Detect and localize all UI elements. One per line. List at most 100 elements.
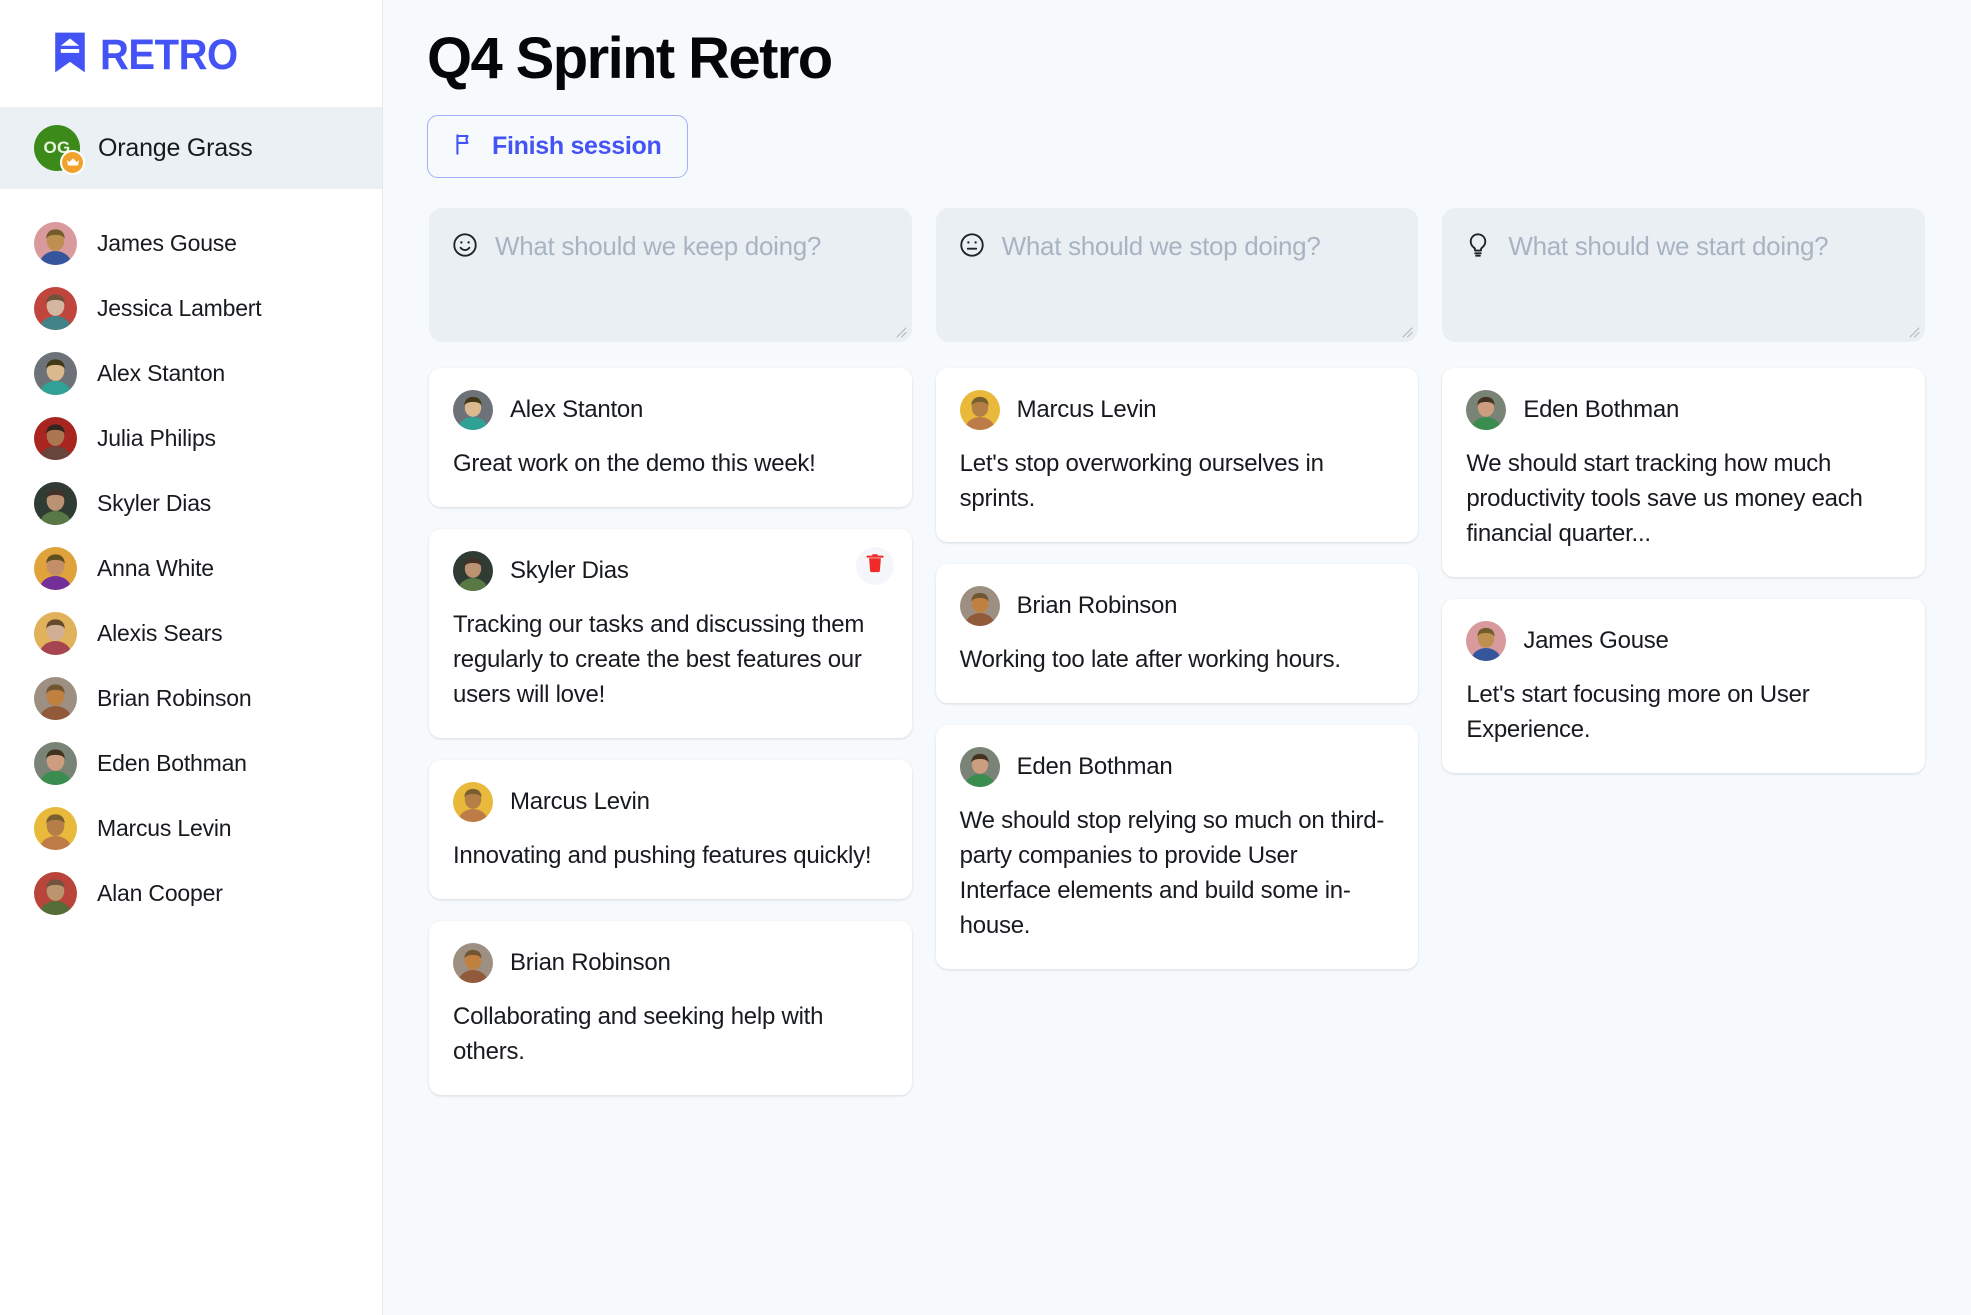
retro-card-header: Brian Robinson <box>959 585 1395 626</box>
avatar <box>34 222 77 265</box>
trash-icon <box>865 552 885 579</box>
avatar <box>1466 620 1507 661</box>
retro-card-author: Eden Bothman <box>1016 752 1173 780</box>
avatar <box>34 677 77 720</box>
new-card-placeholder: What should we stop doing? <box>1001 230 1321 261</box>
sidebar-member-label: Alan Cooper <box>97 880 223 906</box>
bookmark-logo-icon <box>50 30 90 81</box>
retro-card[interactable]: Eden Bothman We should start tracking how… <box>1442 367 1925 577</box>
sidebar-member-label: Anna White <box>97 555 214 581</box>
avatar <box>453 942 493 983</box>
app-logo-text: RETRO <box>100 31 238 79</box>
retro-card-header: Marcus Levin <box>453 781 888 822</box>
board-column-keep: What should we keep doing? Alex Stanton Gr… <box>421 207 920 1117</box>
avatar <box>34 287 77 330</box>
sidebar-member-skyler-dias[interactable]: Skyler Dias <box>0 471 382 536</box>
flag-icon <box>452 131 478 162</box>
retro-card-author: Marcus Levin <box>1016 395 1157 423</box>
retro-card[interactable]: Brian Robinson Collaborating and seeking … <box>429 920 912 1095</box>
finish-session-label: Finish session <box>492 131 662 160</box>
sidebar-member-james-gouse[interactable]: James Gouse <box>0 211 382 276</box>
retro-card-author: Brian Robinson <box>1016 591 1178 619</box>
app-logo[interactable]: RETRO <box>0 0 382 107</box>
new-card-input-start[interactable]: What should we start doing? <box>1442 207 1925 342</box>
textarea-resize-handle[interactable] <box>893 324 907 338</box>
retro-card-header: Skyler Dias <box>453 550 888 591</box>
avatar <box>34 742 77 785</box>
avatar <box>34 482 77 525</box>
sidebar-member-brian-robinson[interactable]: Brian Robinson <box>0 666 382 731</box>
retro-card-author: James Gouse <box>1523 626 1669 654</box>
sidebar-member-anna-white[interactable]: Anna White <box>0 536 382 601</box>
retro-card-author: Skyler Dias <box>510 556 629 584</box>
sidebar-member-julia-philips[interactable]: Julia Philips <box>0 406 382 471</box>
avatar <box>34 352 77 395</box>
retro-card-text: Innovating and pushing features quickly! <box>453 841 872 869</box>
member-list: James Gouse Jessica Lambert Alex Stanton Ju… <box>0 211 382 926</box>
retro-card-author: Eden Bothman <box>1523 395 1680 423</box>
sidebar-member-label: Brian Robinson <box>97 685 252 711</box>
retro-card-text: Working too late after working hours. <box>959 645 1341 673</box>
app-root: RETRO OG Orange Grass James Gouse Jessica… <box>0 0 1971 1315</box>
avatar <box>453 550 493 591</box>
retro-card-header: Marcus Levin <box>959 389 1395 430</box>
avatar <box>959 585 1000 626</box>
retro-card-text: Tracking our tasks and discussing them r… <box>453 610 865 708</box>
new-card-input-stop[interactable]: What should we stop doing? <box>935 207 1419 342</box>
retro-card-header: Eden Bothman <box>1466 389 1901 430</box>
retro-card[interactable]: Marcus Levin Innovating and pushing featu… <box>429 759 912 899</box>
retro-board: What should we keep doing? Alex Stanton Gr… <box>421 207 1933 1117</box>
sidebar-member-label: James Gouse <box>97 230 237 256</box>
retro-card-author: Brian Robinson <box>510 948 671 976</box>
lightbulb-icon <box>1464 231 1492 264</box>
crown-icon <box>60 150 85 175</box>
retro-card-text: Great work on the demo this week! <box>453 449 816 477</box>
smiley-neutral-icon <box>958 231 986 264</box>
retro-card[interactable]: Alex Stanton Great work on the demo this … <box>429 367 912 507</box>
retro-card-text: Let's start focusing more on User Experi… <box>1466 680 1810 743</box>
avatar <box>959 746 1000 787</box>
textarea-resize-handle[interactable] <box>1399 324 1413 338</box>
retro-card-text: Let's stop overworking ourselves in spri… <box>959 449 1324 512</box>
retro-card-text: Collaborating and seeking help with othe… <box>453 1002 824 1065</box>
sidebar: RETRO OG Orange Grass James Gouse Jessica… <box>0 0 383 1315</box>
retro-card[interactable]: Eden Bothman We should stop relying so mu… <box>935 724 1419 969</box>
sidebar-member-label: Alexis Sears <box>97 620 223 646</box>
avatar <box>34 547 77 590</box>
retro-card-header: Alex Stanton <box>453 389 888 430</box>
main-content: Q4 Sprint Retro Finish session What shou… <box>383 0 1971 1315</box>
retro-card[interactable]: Marcus Levin Let's stop overworking ourse… <box>935 367 1419 542</box>
retro-card-author: Marcus Levin <box>510 787 650 815</box>
sidebar-member-label: Alex Stanton <box>97 360 226 386</box>
retro-card[interactable]: Skyler Dias Tracking our tasks and discus… <box>429 528 912 738</box>
sidebar-member-label: Skyler Dias <box>97 490 212 516</box>
avatar <box>34 807 77 850</box>
sidebar-member-label: Eden Bothman <box>97 750 247 776</box>
owner-name: Orange Grass <box>98 133 253 162</box>
retro-card-author: Alex Stanton <box>510 395 644 423</box>
new-card-input-keep[interactable]: What should we keep doing? <box>429 207 912 342</box>
sidebar-item-owner[interactable]: OG Orange Grass <box>0 107 382 189</box>
avatar <box>34 872 77 915</box>
retro-card-header: Brian Robinson <box>453 942 888 983</box>
sidebar-member-eden-bothman[interactable]: Eden Bothman <box>0 731 382 796</box>
sidebar-member-alex-stanton[interactable]: Alex Stanton <box>0 341 382 406</box>
retro-card[interactable]: Brian Robinson Working too late after wor… <box>935 563 1419 703</box>
sidebar-member-alexis-sears[interactable]: Alexis Sears <box>0 601 382 666</box>
retro-card-header: James Gouse <box>1466 620 1901 661</box>
owner-avatar: OG <box>34 125 85 175</box>
delete-card-button[interactable] <box>855 546 894 585</box>
finish-session-button[interactable]: Finish session <box>427 114 689 178</box>
smiley-happy-icon <box>451 231 479 264</box>
sidebar-member-marcus-levin[interactable]: Marcus Levin <box>0 796 382 861</box>
textarea-resize-handle[interactable] <box>1906 324 1920 338</box>
retro-card[interactable]: James Gouse Let's start focusing more on … <box>1442 598 1925 773</box>
new-card-placeholder: What should we start doing? <box>1508 230 1829 261</box>
sidebar-member-alan-cooper[interactable]: Alan Cooper <box>0 861 382 926</box>
sidebar-member-jessica-lambert[interactable]: Jessica Lambert <box>0 276 382 341</box>
avatar <box>959 389 1000 430</box>
avatar <box>453 781 493 822</box>
avatar <box>453 389 493 430</box>
new-card-placeholder: What should we keep doing? <box>495 230 822 261</box>
retro-card-text: We should start tracking how much produc… <box>1466 449 1863 547</box>
